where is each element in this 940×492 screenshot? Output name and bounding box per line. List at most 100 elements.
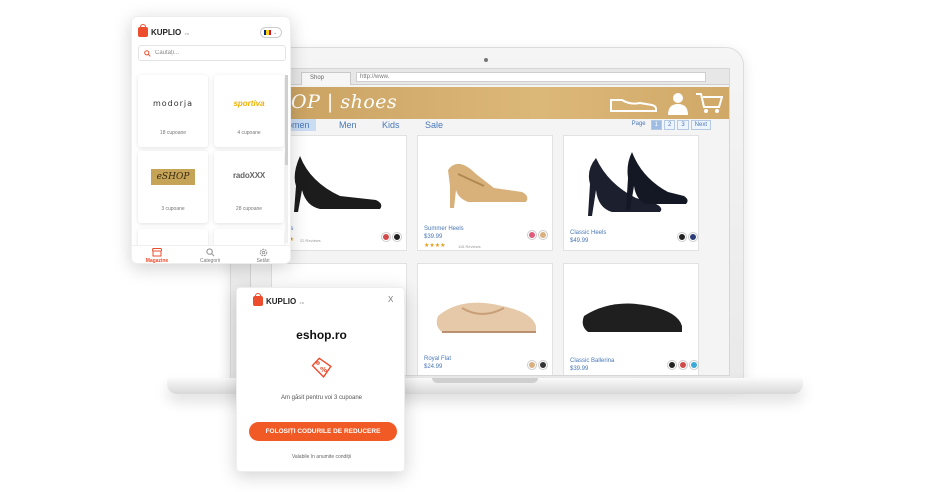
color-swatch[interactable] <box>690 361 698 369</box>
bottom-navigation: Magazine Categorii Setări <box>132 245 290 264</box>
product-price: $49.99 <box>570 238 589 244</box>
coupon-count: 18 cupoane <box>159 130 187 136</box>
color-swatch[interactable] <box>689 233 697 241</box>
kuplio-logo: KUPLIO .ro <box>253 293 304 306</box>
browser-url-bar[interactable]: http://www. <box>356 72 706 82</box>
store-card-modorja[interactable]: modorja 18 cupoane <box>138 75 208 147</box>
brand-tld: .ro <box>299 300 304 305</box>
next-page-button[interactable]: Next <box>690 120 711 130</box>
shop-logo[interactable]: OP | shoes <box>291 91 397 113</box>
store-card-rado[interactable]: radoXXX 28 cupoane <box>214 151 284 223</box>
browser-tab[interactable]: Shop <box>301 72 351 85</box>
nav-label: Magazine <box>145 258 169 264</box>
color-swatch[interactable] <box>528 231 536 239</box>
settings-icon <box>259 248 267 257</box>
store-logo: eSHOP <box>138 169 208 185</box>
product-image <box>294 156 382 212</box>
product-name[interactable]: Classic Heels <box>570 230 606 236</box>
nav-categorii[interactable]: Categorii <box>185 248 235 264</box>
brand-name: KUPLIO <box>266 296 297 306</box>
product-price: $39.99 <box>570 366 589 372</box>
nav-kids[interactable]: Kids <box>382 120 400 130</box>
store-search[interactable] <box>138 45 286 61</box>
nav-men[interactable]: Men <box>339 120 357 130</box>
color-swatch[interactable] <box>539 361 547 369</box>
shop-category-nav: omen Men Kids Sale Page 1 2 3 Next <box>251 119 729 136</box>
color-swatch[interactable] <box>679 361 687 369</box>
product-card[interactable]: Royal Flat $24.99 <box>417 263 553 375</box>
search-icon <box>205 248 214 257</box>
product-reviews: 118 Reviews <box>458 244 481 249</box>
search-icon <box>144 49 151 57</box>
color-swatch[interactable] <box>528 361 536 369</box>
product-price: $39.99 <box>424 234 443 240</box>
nav-magazine[interactable]: Magazine <box>132 248 182 264</box>
product-price: $24.99 <box>424 364 443 370</box>
product-rating: ★★★★ <box>424 243 446 249</box>
store-card-eshop[interactable]: eSHOP 3 cupoane <box>138 151 208 223</box>
search-input[interactable] <box>155 50 275 56</box>
product-card[interactable]: Classic Heels $49.99 <box>563 135 699 251</box>
validity-note: Valabile în anumite condiții <box>291 454 352 460</box>
romania-flag-icon <box>264 30 271 35</box>
discount-tag-icon: % <box>311 357 332 378</box>
laptop-camera <box>484 58 488 62</box>
svg-text:%: % <box>320 366 327 374</box>
product-name[interactable]: Classic Ballerina <box>570 358 614 364</box>
color-swatch[interactable] <box>393 233 401 241</box>
nav-label: Categorii <box>199 258 220 264</box>
extension-panel: KUPLIO .ro ⌄ modorja 18 cupoane sportiva… <box>131 16 291 264</box>
product-card[interactable]: Heels ★★★ 22 Reviews <box>271 135 407 251</box>
color-swatch[interactable] <box>539 231 547 239</box>
page-3-button[interactable]: 3 <box>677 120 689 130</box>
page-1-button[interactable]: 1 <box>650 120 662 130</box>
laptop-notch <box>432 378 538 383</box>
store-card-sportiva[interactable]: sportiva 4 cupoane <box>214 75 284 147</box>
cart-icon[interactable] <box>695 91 723 115</box>
brand-tld: .ro <box>184 31 189 36</box>
language-select[interactable]: ⌄ <box>260 27 282 38</box>
scrollbar-thumb[interactable] <box>285 75 288 165</box>
nav-sale[interactable]: Sale <box>425 120 443 130</box>
store-logo: sportiva <box>214 99 284 108</box>
color-swatch[interactable] <box>382 233 390 241</box>
product-card[interactable]: Classic Ballerina $39.99 <box>563 263 699 375</box>
store-name: radoXXX <box>233 171 265 180</box>
product-reviews: 22 Reviews <box>300 238 321 243</box>
chevron-down-icon: ⌄ <box>273 29 278 36</box>
coupon-count: 28 cupoane <box>235 206 263 212</box>
pagination: Page 1 2 3 Next <box>629 120 711 130</box>
store-name: eSHOP <box>151 169 195 185</box>
account-icon[interactable] <box>666 91 690 115</box>
scrollbar[interactable] <box>285 75 288 243</box>
pager-label: Page <box>631 121 646 127</box>
store-name: sportiva <box>233 99 265 108</box>
product-image <box>436 302 536 333</box>
product-image <box>588 152 688 216</box>
nav-setari[interactable]: Setări <box>238 248 288 264</box>
use-coupons-button[interactable]: Folosiți codurile de reducere <box>249 422 397 441</box>
product-name[interactable]: Royal Flat <box>424 356 451 362</box>
product-image <box>448 163 528 208</box>
coupon-count: 4 cupoane <box>237 130 261 136</box>
color-swatch[interactable] <box>668 361 676 369</box>
nav-label: Setări <box>256 258 270 264</box>
product-name[interactable]: Summer Heels <box>424 226 464 232</box>
coupon-count: 3 cupoane <box>161 206 185 212</box>
store-logo: modorja <box>138 99 208 108</box>
product-card[interactable]: Summer Heels $39.99 ★★★★ 118 Reviews <box>417 135 553 251</box>
coupon-popup: KUPLIO .ro X eshop.ro % Am găsit pentru … <box>236 287 405 472</box>
shopping-bag-icon <box>138 24 148 37</box>
page-2-button[interactable]: 2 <box>663 120 676 130</box>
brand-name: KUPLIO <box>151 27 182 37</box>
shoe-icon <box>610 99 657 112</box>
close-button[interactable]: X <box>388 295 393 304</box>
store-logo: radoXXX <box>214 171 284 180</box>
kuplio-logo[interactable]: KUPLIO .ro <box>138 24 189 37</box>
store-name: modorja <box>152 99 194 108</box>
coupons-found-text: Am găsit pentru voi 3 cupoane <box>280 395 363 401</box>
shopping-bag-icon <box>253 293 263 306</box>
shop-header: OP | shoes <box>251 87 729 119</box>
color-swatch[interactable] <box>678 233 686 241</box>
browser-toolbar: Shop http://www. <box>251 69 729 85</box>
